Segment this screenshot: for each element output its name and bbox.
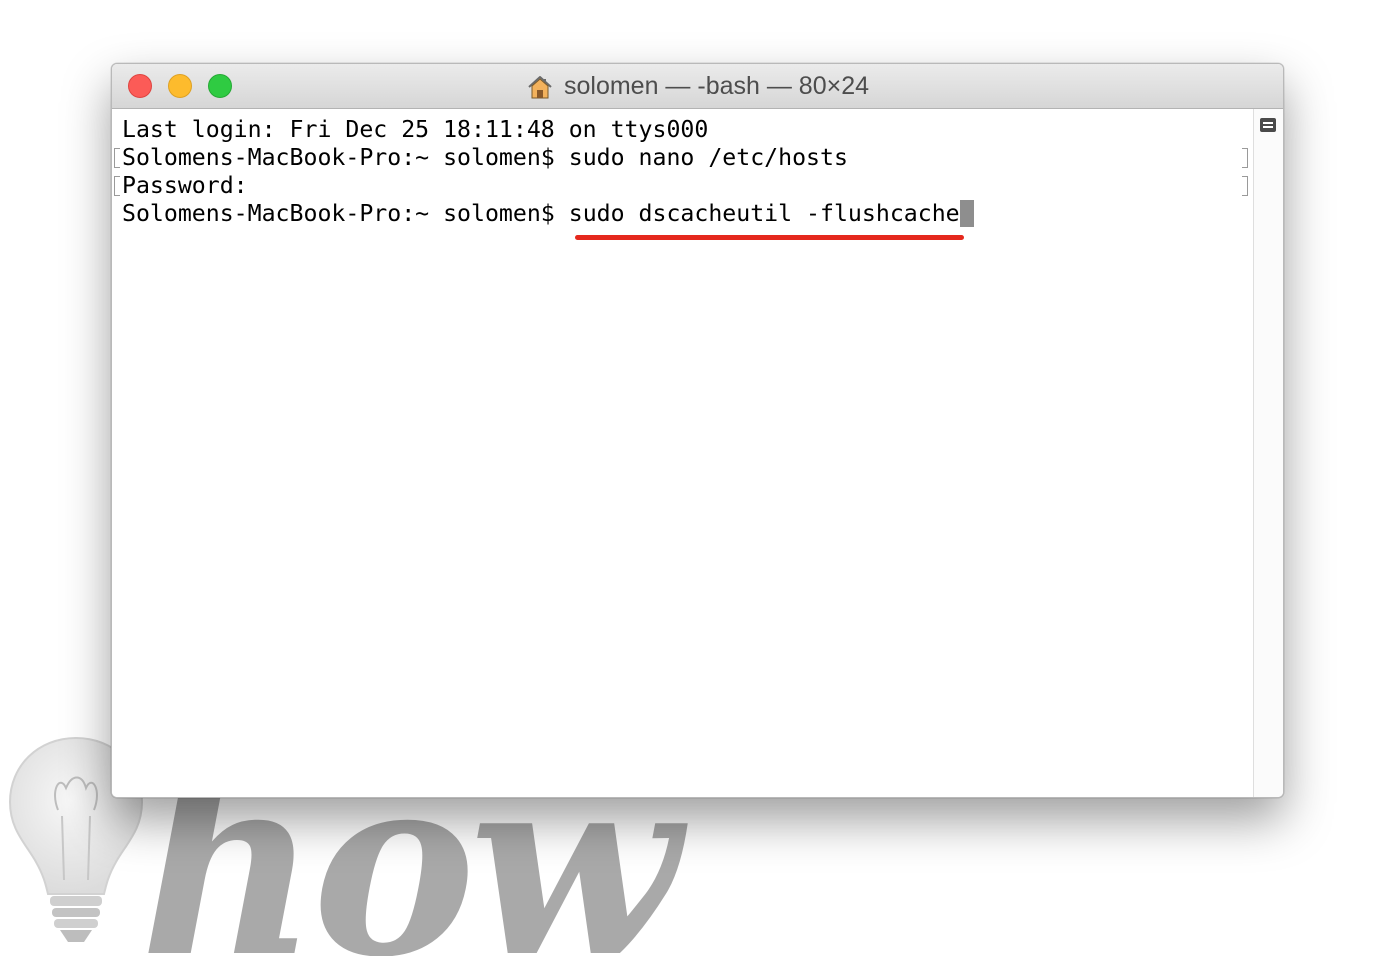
window-title: solomen — -bash — 80×24: [112, 64, 1283, 109]
marks-menu-icon[interactable]: [1260, 118, 1276, 132]
line-text: Last login: Fri Dec 25 18:11:48 on ttys0…: [122, 116, 709, 143]
terminal-content[interactable]: Last login: Fri Dec 25 18:11:48 on ttys0…: [112, 109, 1252, 797]
text-cursor: [959, 200, 974, 227]
scrollbar[interactable]: [1253, 109, 1283, 797]
line-prompt: Solomens-MacBook-Pro:~ solomen$: [122, 144, 569, 171]
line-prompt: Solomens-MacBook-Pro:~ solomen$: [122, 200, 569, 227]
line-mark-left: [114, 176, 120, 196]
line-text: Password:: [122, 172, 248, 199]
line-text: sudo nano /etc/hosts: [568, 144, 848, 171]
window-title-text: solomen — -bash — 80×24: [563, 72, 870, 100]
terminal-window[interactable]: solomen — -bash — 80×24 Last login: Fri …: [111, 63, 1284, 798]
terminal-line: Last login: Fri Dec 25 18:11:48 on ttys0…: [122, 116, 708, 144]
title-bar[interactable]: solomen — -bash — 80×24: [112, 64, 1283, 109]
line-mark-right: [1242, 148, 1248, 168]
line-mark-left: [114, 148, 120, 168]
terminal-line: Password:: [122, 172, 248, 200]
home-icon: [528, 75, 552, 98]
command-highlight-underline: [575, 235, 964, 240]
line-mark-right: [1242, 176, 1248, 196]
terminal-line-current[interactable]: Solomens-MacBook-Pro:~ solomen$ sudo dsc…: [122, 200, 974, 228]
terminal-line: Solomens-MacBook-Pro:~ solomen$ sudo nan…: [122, 144, 848, 172]
command-text: sudo dscacheutil -flushcache: [568, 200, 960, 227]
screenshot: how solomen — -bash — 80×24 Last login: …: [0, 0, 1394, 956]
